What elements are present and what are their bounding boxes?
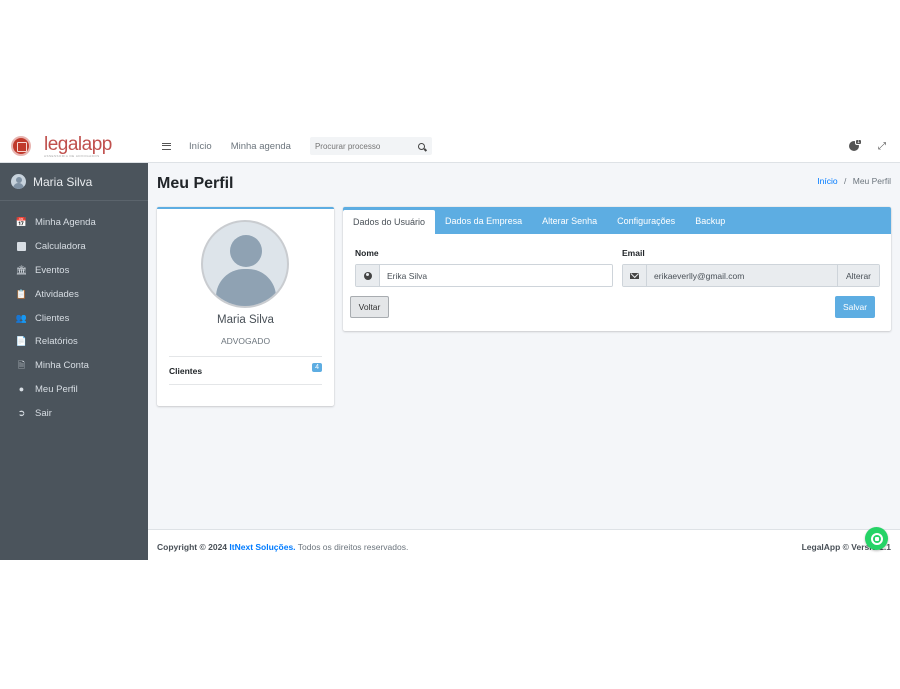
sidebar-item-minha-conta[interactable]: 🗎 Minha Conta xyxy=(0,354,148,378)
notification-badge: 1 xyxy=(855,139,862,145)
whatsapp-icon xyxy=(870,532,883,545)
sidebar-nav: 📅 Minha Agenda Calculadora 🏛 Eventos 📋 A… xyxy=(0,201,148,425)
save-button[interactable]: Salvar xyxy=(835,296,875,318)
page-title: Meu Perfil xyxy=(157,175,234,192)
nav-link-minha-agenda[interactable]: Minha agenda xyxy=(231,141,291,152)
breadcrumb-home-link[interactable]: Início xyxy=(817,176,837,186)
sidebar-item-label: Clientes xyxy=(35,312,70,324)
clipboard-icon: 📋 xyxy=(15,288,28,299)
notifications-button[interactable]: 1 xyxy=(849,139,862,152)
sidebar-item-atividades[interactable]: 📋 Atividades xyxy=(0,282,148,306)
brand-logo[interactable]: legalapp ASSESSORIA DE ADVOGADOS xyxy=(0,130,148,163)
sidebar-item-label: Eventos xyxy=(35,264,70,276)
nav-link-inicio[interactable]: Início xyxy=(189,141,212,152)
email-label: Email xyxy=(622,248,645,258)
sidebar-item-calculadora[interactable]: Calculadora xyxy=(0,235,148,259)
sidebar-item-label: Sair xyxy=(35,407,52,419)
topbar-actions: 1 ⤢ xyxy=(849,139,886,152)
footer: Copyright © 2024 ItNext Soluções. Todos … xyxy=(148,529,900,560)
users-icon: 👥 xyxy=(15,312,28,323)
profile-tabs-card: Dados do Usuário Dados da Empresa Altera… xyxy=(343,207,891,331)
brand-text: legalapp ASSESSORIA DE ADVOGADOS xyxy=(44,135,112,158)
user-circle-icon: ● xyxy=(18,384,25,395)
profile-clients-count: 4 xyxy=(312,362,322,372)
user-icon xyxy=(356,265,380,286)
menu-toggle-icon[interactable] xyxy=(162,142,171,150)
app-window: legalapp ASSESSORIA DE ADVOGADOS Maria S… xyxy=(0,130,900,560)
sidebar-user-panel[interactable]: Maria Silva xyxy=(0,163,148,201)
tab-bar: Dados do Usuário Dados da Empresa Altera… xyxy=(343,207,891,234)
sidebar-item-label: Relatórios xyxy=(35,336,78,348)
sidebar-item-minha-agenda[interactable]: 📅 Minha Agenda xyxy=(0,211,148,235)
sidebar-item-label: Meu Perfil xyxy=(35,383,78,395)
profile-card: Maria Silva ADVOGADO Clientes 4 xyxy=(157,207,334,406)
tab-configuracoes[interactable]: Configurações xyxy=(607,207,685,234)
user-avatar-icon xyxy=(11,174,26,189)
name-label: Nome xyxy=(355,248,379,258)
sidebar-item-label: Minha Agenda xyxy=(35,217,96,229)
profile-avatar xyxy=(201,220,289,308)
tab-backup[interactable]: Backup xyxy=(685,207,735,234)
tab-dados-da-empresa[interactable]: Dados da Empresa xyxy=(435,207,532,234)
landmark-icon: 🏛 xyxy=(15,264,28,275)
search-input[interactable] xyxy=(309,137,412,155)
footer-copyright-text: Copyright © 2024 xyxy=(157,542,228,552)
profile-name: Maria Silva xyxy=(217,314,274,326)
sidebar-item-eventos[interactable]: 🏛 Eventos xyxy=(0,259,148,283)
sidebar: legalapp ASSESSORIA DE ADVOGADOS Maria S… xyxy=(0,130,148,560)
tab-alterar-senha[interactable]: Alterar Senha xyxy=(532,207,607,234)
name-field[interactable]: Erika Silva xyxy=(355,264,613,287)
sidebar-item-label: Atividades xyxy=(35,288,79,300)
footer-copyright: Copyright © 2024 ItNext Soluções. Todos … xyxy=(157,542,408,552)
sidebar-item-label: Calculadora xyxy=(35,241,86,253)
sidebar-item-sair[interactable]: ➲ Sair xyxy=(0,401,148,425)
topbar: Início Minha agenda 1 ⤢ xyxy=(148,130,900,163)
file-icon: 📄 xyxy=(15,336,28,347)
sidebar-item-meu-perfil[interactable]: ● Meu Perfil xyxy=(0,378,148,402)
brand-tagline: ASSESSORIA DE ADVOGADOS xyxy=(44,153,100,158)
footer-company-link[interactable]: ItNext Soluções. xyxy=(229,542,295,552)
change-email-button[interactable]: Alterar xyxy=(837,265,879,286)
email-input: erikaeverlly@gmail.com xyxy=(647,265,837,286)
whatsapp-button[interactable] xyxy=(865,527,888,550)
sidebar-item-label: Minha Conta xyxy=(35,360,89,372)
back-button[interactable]: Voltar xyxy=(350,296,389,318)
sign-out-icon: ➲ xyxy=(17,407,26,418)
name-input[interactable]: Erika Silva xyxy=(380,265,612,286)
brand-seal-icon xyxy=(11,136,31,156)
main-content: Meu Perfil Início / Meu Perfil Maria Sil… xyxy=(148,163,900,529)
profile-role: ADVOGADO xyxy=(220,336,271,346)
search-form xyxy=(309,137,432,155)
breadcrumb: Início / Meu Perfil xyxy=(817,176,891,186)
breadcrumb-separator: / xyxy=(843,176,847,186)
tab-dados-do-usuario[interactable]: Dados do Usuário xyxy=(343,210,436,234)
search-button[interactable] xyxy=(412,137,432,155)
search-icon xyxy=(418,142,426,150)
sidebar-user-name: Maria Silva xyxy=(33,174,93,189)
brand-name: legalapp xyxy=(44,133,112,155)
sidebar-item-clientes[interactable]: 👥 Clientes xyxy=(0,306,148,330)
profile-clients-row[interactable]: Clientes 4 xyxy=(169,356,322,385)
email-field: erikaeverlly@gmail.com Alterar xyxy=(622,264,880,287)
breadcrumb-current: Meu Perfil xyxy=(852,176,891,186)
calendar-icon: 📅 xyxy=(15,217,28,228)
footer-rights: Todos os direitos reservados. xyxy=(297,542,409,552)
file-account-icon: 🗎 xyxy=(17,359,26,370)
sidebar-item-relatorios[interactable]: 📄 Relatórios xyxy=(0,330,148,354)
fullscreen-icon[interactable]: ⤢ xyxy=(878,141,886,152)
profile-clients-label: Clientes xyxy=(169,365,203,376)
calculator-icon xyxy=(16,242,27,252)
envelope-icon xyxy=(623,265,647,286)
